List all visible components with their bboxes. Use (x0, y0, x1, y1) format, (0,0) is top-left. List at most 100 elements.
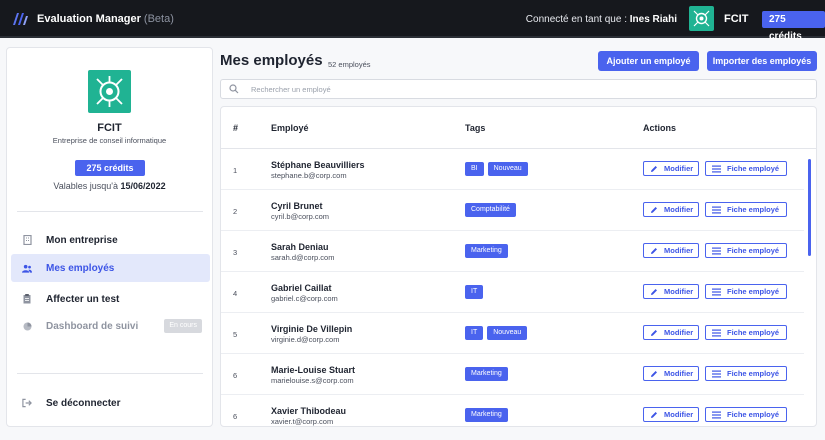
employee-sheet-button[interactable]: Fiche employé (705, 407, 787, 422)
sheet-label: Fiche employé (727, 328, 780, 337)
tag-list: Marketing (465, 408, 508, 422)
edit-button[interactable]: Modifier (643, 366, 699, 381)
tag-badge: Comptabilité (465, 203, 516, 217)
column-header-tags: Tags (465, 123, 486, 133)
sidebar-company-logo-icon (88, 70, 131, 113)
tag-list: Marketing (465, 244, 508, 258)
employee-name: Xavier Thibodeau (271, 406, 347, 416)
nav-label: Mes employés (46, 262, 115, 274)
sheet-label: Fiche employé (727, 205, 780, 214)
pencil-icon (650, 164, 658, 173)
company-logo-icon (689, 6, 714, 31)
import-employees-button[interactable]: Importer des employés (707, 51, 817, 71)
sheet-label: Fiche employé (727, 164, 780, 173)
pencil-icon (650, 328, 658, 337)
row-number: 4 (233, 289, 238, 298)
pencil-icon (650, 287, 658, 296)
list-icon (712, 328, 721, 337)
table-row: 4 Gabriel Caillat gabriel.c@corp.com IT Modi… (221, 272, 804, 313)
page-title: Mes employés (220, 52, 323, 69)
row-actions: Modifier Fiche employé (643, 243, 787, 258)
edit-button[interactable]: Modifier (643, 202, 699, 217)
top-bar: Evaluation Manager (Beta) Connecté en tan… (0, 0, 825, 42)
table-row: 2 Cyril Brunet cyril.b@corp.com Comptabilit… (221, 190, 804, 231)
edit-button[interactable]: Modifier (643, 161, 699, 176)
tag-badge: IT (465, 285, 484, 299)
employee-sheet-button[interactable]: Fiche employé (705, 284, 787, 299)
edit-button[interactable]: Modifier (643, 325, 699, 340)
add-employee-button[interactable]: Ajouter un employé (598, 51, 699, 71)
search-bar[interactable] (220, 79, 817, 99)
list-icon (712, 205, 721, 214)
divider (17, 211, 203, 212)
row-number: 2 (233, 207, 238, 216)
tag-badge: Marketing (465, 408, 508, 422)
table-row: 3 Sarah Deniau sarah.d@corp.com Marketing Mo… (221, 231, 804, 272)
edit-label: Modifier (664, 410, 694, 419)
sidebar-company-name: FCIT (97, 122, 122, 134)
brand-logo-icon (13, 13, 28, 25)
nav-label: Affecter un test (46, 293, 120, 305)
connected-as: Connecté en tant que : Ines Riahi (525, 14, 677, 25)
tag-badge: BI (465, 162, 484, 176)
row-actions: Modifier Fiche employé (643, 325, 787, 340)
row-actions: Modifier Fiche employé (643, 407, 787, 422)
edit-label: Modifier (664, 246, 694, 255)
employee-name: Stéphane Beauvilliers (271, 160, 365, 170)
edit-button[interactable]: Modifier (643, 284, 699, 299)
edit-label: Modifier (664, 328, 694, 337)
beta-label: (Beta) (143, 13, 174, 25)
edit-label: Modifier (664, 287, 694, 296)
nav-label: Dashboard de suivi (46, 320, 139, 332)
edit-button[interactable]: Modifier (643, 243, 699, 258)
tag-badge: Marketing (465, 367, 508, 381)
app-title: Evaluation Manager (Beta) (37, 13, 174, 25)
nav-label: Mon entreprise (46, 234, 118, 246)
row-number: 3 (233, 248, 238, 257)
tag-badge: Nouveau (487, 326, 528, 340)
employee-sheet-button[interactable]: Fiche employé (705, 325, 787, 340)
row-actions: Modifier Fiche employé (643, 366, 787, 381)
edit-button[interactable]: Modifier (643, 407, 699, 422)
building-icon (22, 235, 32, 245)
pencil-icon (650, 410, 658, 419)
edit-label: Modifier (664, 369, 694, 378)
search-icon (229, 84, 239, 94)
search-input[interactable] (251, 83, 791, 96)
pencil-icon (650, 369, 658, 378)
scrollbar[interactable] (808, 159, 811, 256)
employee-count: 52 employés (328, 60, 371, 69)
clipboard-icon (22, 294, 32, 304)
top-company-name: FCIT (724, 13, 749, 25)
employee-email: sarah.d@corp.com (271, 253, 335, 262)
list-icon (712, 164, 721, 173)
row-actions: Modifier Fiche employé (643, 161, 787, 176)
users-icon (22, 263, 32, 273)
row-number: 6 (233, 412, 238, 421)
nav-affecter-test[interactable]: Affecter un test (11, 285, 210, 313)
employee-sheet-button[interactable]: Fiche employé (705, 243, 787, 258)
logout-icon (22, 398, 32, 408)
tag-list: IT Nouveau (465, 326, 528, 340)
employee-sheet-button[interactable]: Fiche employé (705, 161, 787, 176)
tag-list: BI Nouveau (465, 162, 528, 176)
tag-badge: IT (465, 326, 484, 340)
pencil-icon (650, 246, 658, 255)
top-credits-badge: 275 crédits (762, 11, 825, 42)
logout-button[interactable]: Se déconnecter (11, 389, 210, 417)
list-icon (712, 246, 721, 255)
sheet-label: Fiche employé (727, 287, 780, 296)
employee-email: xavier.t@corp.com (271, 417, 334, 426)
status-badge: En cours (164, 319, 202, 333)
nav-dashboard-suivi[interactable]: Dashboard de suivi En cours (11, 312, 210, 340)
employee-sheet-button[interactable]: Fiche employé (705, 366, 787, 381)
sidebar-company-description: Entreprise de conseil informatique (52, 136, 167, 145)
nav-mon-entreprise[interactable]: Mon entreprise (11, 226, 210, 254)
column-header-actions: Actions (643, 123, 677, 133)
table-row: 6 Marie-Louise Stuart marielouise.s@corp.c… (221, 354, 804, 395)
employee-name: Gabriel Caillat (271, 283, 332, 293)
user-name: Ines Riahi (629, 14, 677, 25)
employee-sheet-button[interactable]: Fiche employé (705, 202, 787, 217)
nav-mes-employes[interactable]: Mes employés (11, 254, 210, 282)
list-icon (712, 287, 721, 296)
